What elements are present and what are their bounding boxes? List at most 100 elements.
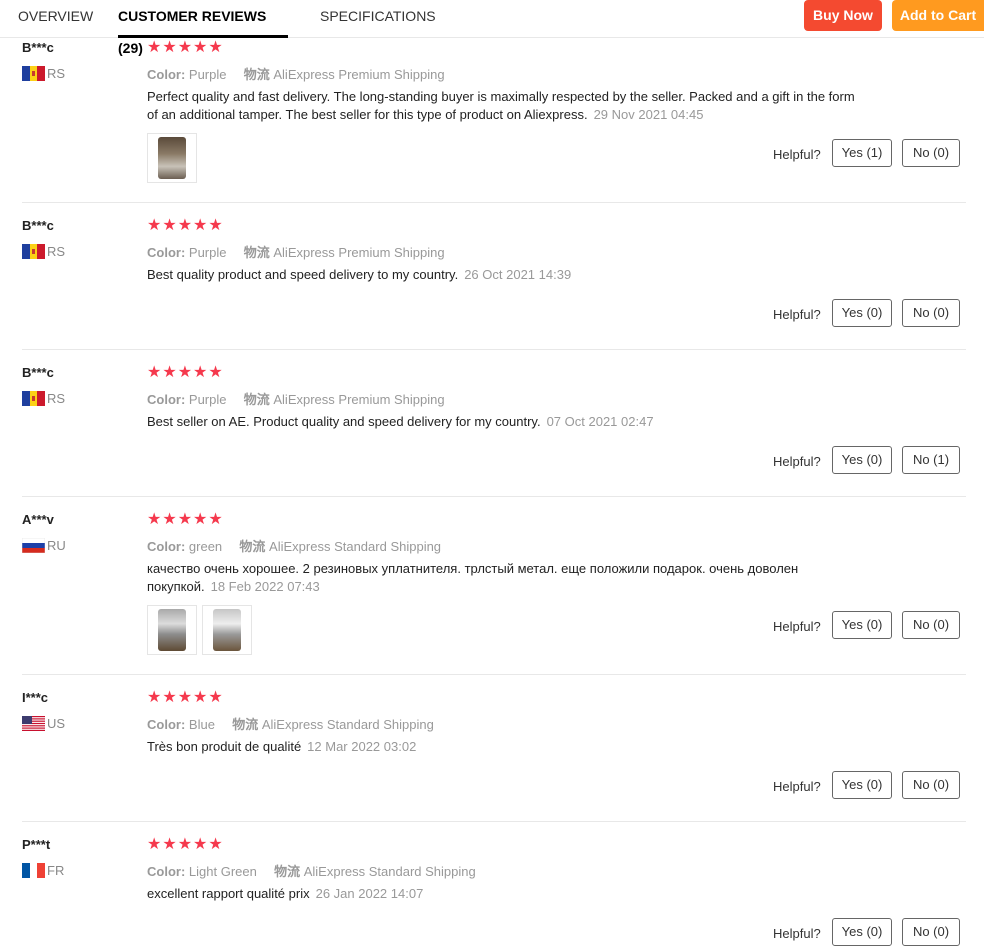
flag-rs-icon	[22, 66, 45, 81]
color-value: Purple	[188, 245, 227, 260]
color-label: Color:	[147, 245, 186, 260]
review-meta: Color: Purple 物流 AliExpress Premium Ship…	[147, 389, 445, 408]
helpful-label: Helpful?	[773, 619, 821, 634]
star-rating: ★★★★★	[147, 364, 224, 381]
tab-specifications[interactable]: SPECIFICATIONS	[320, 0, 436, 38]
flag-rs-icon	[22, 244, 45, 259]
shipping-value: AliExpress Premium Shipping	[273, 67, 445, 82]
flag-rs-icon	[22, 391, 45, 406]
shipping-value: AliExpress Standard Shipping	[269, 539, 442, 554]
review-text: Très bon produit de qualité	[147, 739, 302, 754]
star-rating: ★★★★★	[147, 511, 224, 528]
reviewer-country: RS	[22, 244, 65, 259]
shipping-label: 物流	[232, 717, 259, 732]
review-content: Très bon produit de qualité 12 Mar 2022 0…	[147, 738, 867, 756]
helpful-no-button[interactable]: No (0)	[902, 918, 960, 946]
helpful-yes-button[interactable]: Yes (0)	[832, 918, 892, 946]
helpful-no-button[interactable]: No (0)	[902, 611, 960, 639]
review-date: 26 Oct 2021 14:39	[464, 267, 572, 282]
helpful-label: Helpful?	[773, 454, 821, 469]
shipping-value: AliExpress Premium Shipping	[273, 245, 445, 260]
review-date: 26 Jan 2022 14:07	[315, 886, 424, 901]
color-value: green	[188, 539, 223, 554]
review-text: excellent rapport qualité prix	[147, 886, 310, 901]
country-code: FR	[47, 863, 65, 878]
review-divider	[22, 496, 966, 497]
shipping-value: AliExpress Standard Shipping	[303, 864, 476, 879]
color-value: Blue	[188, 717, 215, 732]
review-content: качество очень хорошее. 2 резиновых упла…	[147, 560, 867, 596]
review-photos	[147, 133, 202, 183]
review-text: Perfect quality and fast delivery. The l…	[147, 89, 855, 122]
shipping-label: 物流	[243, 392, 270, 407]
reviewer-country: RS	[22, 66, 65, 81]
color-label: Color:	[147, 539, 186, 554]
reviewer-country: RS	[22, 391, 65, 406]
star-rating: ★★★★★	[147, 217, 224, 234]
country-code: RU	[47, 538, 66, 553]
color-value: Purple	[188, 67, 227, 82]
review-divider	[22, 674, 966, 675]
color-label: Color:	[147, 717, 186, 732]
star-rating: ★★★★★	[147, 836, 224, 853]
helpful-label: Helpful?	[773, 779, 821, 794]
shipping-label: 物流	[243, 245, 270, 260]
review-meta: Color: Blue 物流 AliExpress Standard Shipp…	[147, 714, 434, 733]
reviewer-country: RU	[21, 537, 66, 554]
helpful-no-button[interactable]: No (0)	[902, 299, 960, 327]
helpful-yes-button[interactable]: Yes (0)	[832, 771, 892, 799]
review-photo-thumbnail[interactable]	[202, 605, 252, 655]
reviewer-country: US	[22, 716, 65, 731]
review-photo-thumbnail[interactable]	[147, 133, 197, 183]
review-date: 12 Mar 2022 03:02	[307, 739, 417, 754]
color-label: Color:	[147, 67, 186, 82]
shipping-label: 物流	[243, 67, 270, 82]
flag-fr-icon	[22, 863, 45, 878]
color-label: Color:	[147, 864, 186, 879]
color-label: Color:	[147, 392, 186, 407]
shipping-value: AliExpress Premium Shipping	[273, 392, 445, 407]
review-date: 29 Nov 2021 04:45	[593, 107, 704, 122]
add-to-cart-button[interactable]: Add to Cart	[892, 0, 984, 31]
reviewer-name: B***c	[22, 218, 54, 233]
review-content: excellent rapport qualité prix 26 Jan 202…	[147, 885, 867, 903]
tab-overview[interactable]: OVERVIEW	[18, 0, 93, 38]
flag-ru-icon	[21, 537, 46, 554]
shipping-value: AliExpress Standard Shipping	[261, 717, 434, 732]
flag-us-icon	[22, 716, 45, 731]
country-code: RS	[47, 66, 66, 81]
reviewer-name: B***c	[22, 40, 54, 55]
review-meta: Color: green 物流 AliExpress Standard Ship…	[147, 536, 441, 555]
helpful-label: Helpful?	[773, 147, 821, 162]
helpful-yes-button[interactable]: Yes (1)	[832, 139, 892, 167]
helpful-yes-button[interactable]: Yes (0)	[832, 446, 892, 474]
country-code: RS	[47, 244, 66, 259]
buy-now-button[interactable]: Buy Now	[804, 0, 882, 31]
helpful-no-button[interactable]: No (0)	[902, 139, 960, 167]
helpful-yes-button[interactable]: Yes (0)	[832, 611, 892, 639]
review-photo-thumbnail[interactable]	[147, 605, 197, 655]
country-code: RS	[47, 391, 66, 406]
tab-bar: OVERVIEW CUSTOMER REVIEWS (29) SPECIFICA…	[0, 0, 984, 56]
helpful-yes-button[interactable]: Yes (0)	[832, 299, 892, 327]
review-photos	[147, 605, 257, 655]
helpful-no-button[interactable]: No (0)	[902, 771, 960, 799]
review-content: Best quality product and speed delivery …	[147, 266, 867, 284]
color-value: Purple	[188, 392, 227, 407]
shipping-label: 物流	[239, 539, 266, 554]
review-content: Best seller on AE. Product quality and s…	[147, 413, 867, 431]
tab-customer-reviews[interactable]: CUSTOMER REVIEWS (29)	[118, 0, 288, 56]
helpful-label: Helpful?	[773, 926, 821, 941]
review-date: 07 Oct 2021 02:47	[546, 414, 654, 429]
review-divider	[22, 202, 966, 203]
reviewer-name: A***v	[22, 512, 54, 527]
reviewer-country: FR	[22, 863, 64, 878]
helpful-no-button[interactable]: No (1)	[902, 446, 960, 474]
review-meta: Color: Purple 物流 AliExpress Premium Ship…	[147, 64, 445, 83]
star-rating: ★★★★★	[147, 689, 224, 706]
review-divider	[22, 821, 966, 822]
review-meta: Color: Light Green 物流 AliExpress Standar…	[147, 861, 476, 880]
star-rating: ★★★★★	[147, 39, 224, 56]
shipping-label: 物流	[274, 864, 301, 879]
review-date: 18 Feb 2022 07:43	[210, 579, 320, 594]
